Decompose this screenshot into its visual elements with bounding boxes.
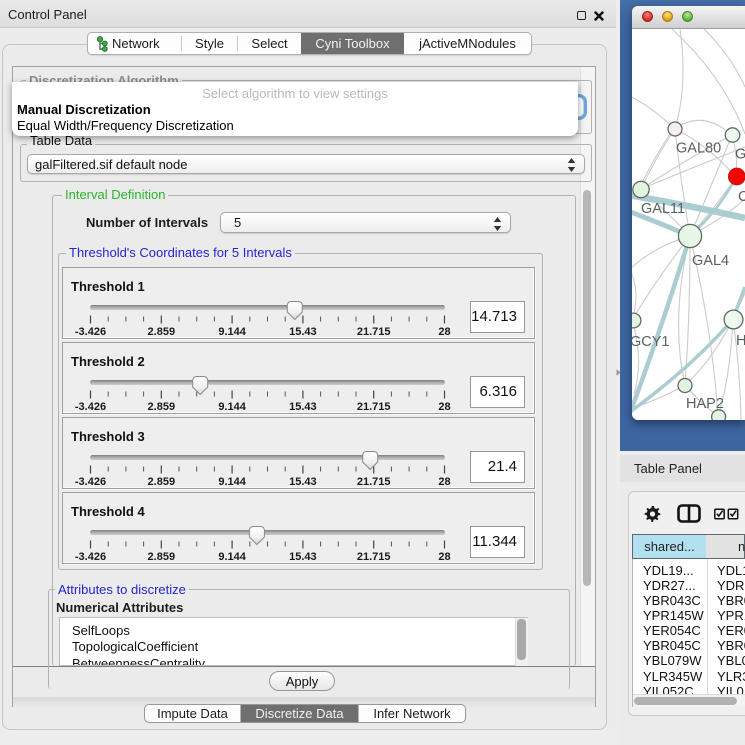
svg-text:2.859: 2.859 (148, 326, 176, 338)
svg-text:GAL11: GAL11 (641, 201, 685, 217)
svg-text:C: C (738, 189, 745, 205)
svg-text:H: H (736, 333, 745, 349)
svg-text:21.715: 21.715 (357, 326, 391, 338)
svg-text:-3.426: -3.426 (75, 401, 106, 413)
svg-text:15.43: 15.43 (289, 476, 317, 488)
svg-text:28: 28 (438, 551, 450, 563)
svg-text:G: G (735, 147, 745, 163)
svg-text:15.43: 15.43 (289, 401, 317, 413)
svg-text:-3.426: -3.426 (75, 551, 106, 563)
svg-text:2.859: 2.859 (148, 401, 176, 413)
svg-text:21.715: 21.715 (357, 401, 391, 413)
svg-text:21.715: 21.715 (357, 476, 391, 488)
svg-text:28: 28 (438, 401, 450, 413)
svg-text:HAP2: HAP2 (686, 396, 724, 412)
svg-text:GAL80: GAL80 (676, 141, 721, 157)
svg-text:15.43: 15.43 (289, 551, 317, 563)
svg-text:15.43: 15.43 (289, 326, 317, 338)
svg-text:28: 28 (438, 476, 450, 488)
svg-text:9.144: 9.144 (218, 551, 246, 563)
svg-text:GAL4: GAL4 (692, 253, 729, 269)
svg-text:-3.426: -3.426 (75, 326, 106, 338)
svg-text:2.859: 2.859 (148, 551, 176, 563)
svg-text:9.144: 9.144 (218, 401, 246, 413)
svg-text:9.144: 9.144 (218, 326, 246, 338)
svg-text:21.715: 21.715 (357, 551, 391, 563)
svg-text:2.859: 2.859 (148, 476, 176, 488)
svg-text:GCY1: GCY1 (632, 334, 670, 350)
svg-text:9.144: 9.144 (218, 476, 246, 488)
svg-text:-3.426: -3.426 (75, 476, 106, 488)
svg-text:28: 28 (438, 326, 450, 338)
